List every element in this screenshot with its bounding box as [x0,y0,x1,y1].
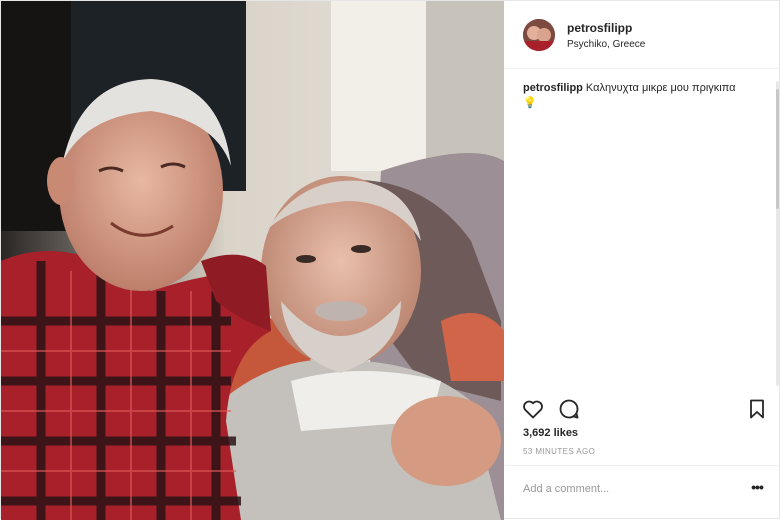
post-photo[interactable] [1,1,504,520]
comment-input[interactable] [521,478,735,500]
post-side-panel: petrosfilipp Psychiko, Greece petrosfili… [505,1,780,520]
post-caption: petrosfilipp Καληνυχτα μικρε μου πριγκιπα… [523,81,763,111]
post-header: petrosfilipp Psychiko, Greece [505,1,780,69]
avatar-image [523,19,555,51]
scrollbar-thumb[interactable] [776,89,779,209]
caption-text: Καληνυχτα μικρε μου πριγκιπα [585,82,736,94]
bookmark-icon [750,399,764,419]
post-username[interactable]: petrosfilipp [567,21,632,35]
comment-button[interactable] [557,397,581,421]
post-timestamp[interactable]: 53 MINUTES AGO [523,447,595,456]
selfie-photo-image [1,1,504,520]
heart-icon [523,400,543,419]
like-button[interactable] [521,397,545,421]
caption-username[interactable]: petrosfilipp [523,82,583,94]
more-options-icon[interactable]: ••• [747,478,767,498]
post-location[interactable]: Psychiko, Greece [567,39,645,50]
comments-scrollbar[interactable] [776,81,779,386]
save-button[interactable] [745,397,769,421]
lightbulb-emoji-icon: 💡 [523,97,537,109]
likes-count[interactable]: 3,692 likes [523,427,578,439]
avatar[interactable] [523,19,555,51]
comment-bar: ••• [505,465,780,511]
comment-bubble-icon [559,399,579,419]
post-actions [505,389,780,427]
instagram-post: petrosfilipp Psychiko, Greece petrosfili… [0,0,780,520]
